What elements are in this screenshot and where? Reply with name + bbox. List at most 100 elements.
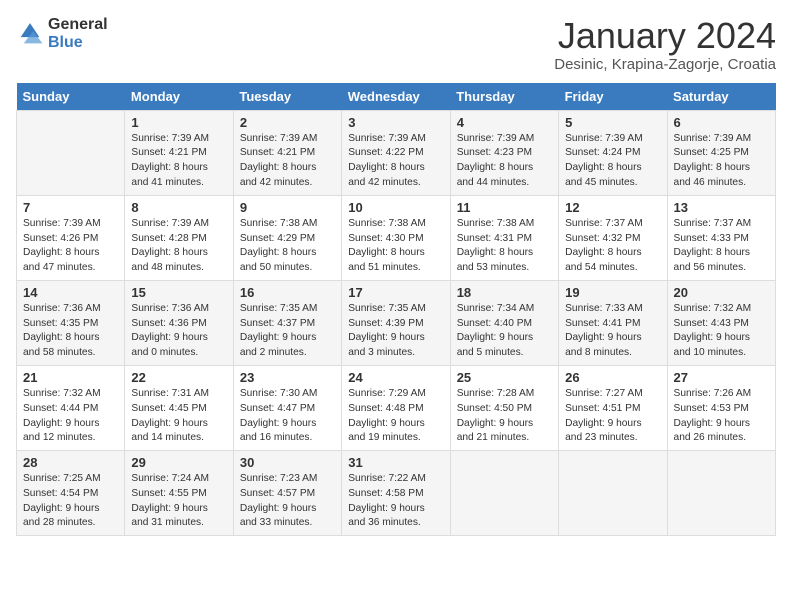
cell-info: Sunrise: 7:39 AMSunset: 4:21 PMDaylight:… [131,132,226,191]
title-area: January 2024 Desinic, Krapina-Zagorje, C… [554,16,776,73]
table-row: 6 Sunrise: 7:39 AMSunset: 4:25 PMDaylight… [667,110,775,195]
calendar-subtitle: Desinic, Krapina-Zagorje, Croatia [554,56,776,73]
table-row [17,110,125,195]
day-number: 21 [23,370,118,385]
cell-info: Sunrise: 7:26 AMSunset: 4:53 PMDaylight:… [674,387,769,446]
day-number: 14 [23,285,118,300]
calendar-title: January 2024 [554,16,776,56]
day-number: 27 [674,370,769,385]
cell-info: Sunrise: 7:23 AMSunset: 4:57 PMDaylight:… [240,472,335,531]
table-row: 2 Sunrise: 7:39 AMSunset: 4:21 PMDaylight… [233,110,341,195]
table-row: 24 Sunrise: 7:29 AMSunset: 4:48 PMDayligh… [342,365,450,450]
cell-info: Sunrise: 7:34 AMSunset: 4:40 PMDaylight:… [457,302,552,361]
calendar-body: 1 Sunrise: 7:39 AMSunset: 4:21 PMDaylight… [17,110,776,536]
header-monday: Monday [125,83,233,111]
day-number: 31 [348,455,443,470]
table-row: 19 Sunrise: 7:33 AMSunset: 4:41 PMDayligh… [559,280,667,365]
day-number: 3 [348,115,443,130]
header-sunday: Sunday [17,83,125,111]
cell-info: Sunrise: 7:32 AMSunset: 4:44 PMDaylight:… [23,387,118,446]
header-thursday: Thursday [450,83,558,111]
cell-info: Sunrise: 7:36 AMSunset: 4:35 PMDaylight:… [23,302,118,361]
cell-info: Sunrise: 7:31 AMSunset: 4:45 PMDaylight:… [131,387,226,446]
day-number: 18 [457,285,552,300]
day-number: 26 [565,370,660,385]
cell-info: Sunrise: 7:39 AMSunset: 4:23 PMDaylight:… [457,132,552,191]
cell-info: Sunrise: 7:39 AMSunset: 4:28 PMDaylight:… [131,217,226,276]
table-row: 1 Sunrise: 7:39 AMSunset: 4:21 PMDaylight… [125,110,233,195]
table-row: 17Sunrise: 7:35 AMSunset: 4:39 PMDayligh… [342,280,450,365]
day-number: 6 [674,115,769,130]
cell-info: Sunrise: 7:39 AMSunset: 4:25 PMDaylight:… [674,132,769,191]
logo: General Blue [16,16,108,51]
cell-info: Sunrise: 7:27 AMSunset: 4:51 PMDaylight:… [565,387,660,446]
cell-info: Sunrise: 7:37 AMSunset: 4:32 PMDaylight:… [565,217,660,276]
table-row [559,451,667,536]
day-number: 13 [674,200,769,215]
logo-icon [16,20,44,48]
table-row: 7Sunrise: 7:39 AMSunset: 4:26 PMDaylight… [17,195,125,280]
day-number: 8 [131,200,226,215]
table-row: 8 Sunrise: 7:39 AMSunset: 4:28 PMDaylight… [125,195,233,280]
day-number: 20 [674,285,769,300]
table-row: 18 Sunrise: 7:34 AMSunset: 4:40 PMDayligh… [450,280,558,365]
cell-info: Sunrise: 7:24 AMSunset: 4:55 PMDaylight:… [131,472,226,531]
cell-info: Sunrise: 7:35 AMSunset: 4:39 PMDaylight:… [348,302,443,361]
cell-info: Sunrise: 7:29 AMSunset: 4:48 PMDaylight:… [348,387,443,446]
table-row: 3 Sunrise: 7:39 AMSunset: 4:22 PMDaylight… [342,110,450,195]
table-row: 14 Sunrise: 7:36 AMSunset: 4:35 PMDayligh… [17,280,125,365]
day-number: 7 [23,200,118,215]
cell-info: Sunrise: 7:39 AMSunset: 4:22 PMDaylight:… [348,132,443,191]
day-number: 30 [240,455,335,470]
cell-info: Sunrise: 7:32 AMSunset: 4:43 PMDaylight:… [674,302,769,361]
day-number: 2 [240,115,335,130]
cell-info: Sunrise: 7:39 AMSunset: 4:21 PMDaylight:… [240,132,335,191]
table-row: 21 Sunrise: 7:32 AMSunset: 4:44 PMDayligh… [17,365,125,450]
table-row [450,451,558,536]
header: General Blue January 2024 Desinic, Krapi… [16,16,776,73]
table-row: 30 Sunrise: 7:23 AMSunset: 4:57 PMDayligh… [233,451,341,536]
calendar-header: Sunday Monday Tuesday Wednesday Thursday… [17,83,776,111]
header-saturday: Saturday [667,83,775,111]
cell-info: Sunrise: 7:30 AMSunset: 4:47 PMDaylight:… [240,387,335,446]
table-row: 10 Sunrise: 7:38 AMSunset: 4:30 PMDayligh… [342,195,450,280]
day-number: 10 [348,200,443,215]
cell-info: Sunrise: 7:22 AMSunset: 4:58 PMDaylight:… [348,472,443,531]
cell-info: Sunrise: 7:39 AMSunset: 4:24 PMDaylight:… [565,132,660,191]
table-row: 31 Sunrise: 7:22 AMSunset: 4:58 PMDayligh… [342,451,450,536]
table-row: 23 Sunrise: 7:30 AMSunset: 4:47 PMDayligh… [233,365,341,450]
table-row: 22 Sunrise: 7:31 AMSunset: 4:45 PMDayligh… [125,365,233,450]
cell-info: Sunrise: 7:36 AMSunset: 4:36 PMDaylight:… [131,302,226,361]
table-row: 26 Sunrise: 7:27 AMSunset: 4:51 PMDayligh… [559,365,667,450]
day-number: 15 [131,285,226,300]
day-number: 23 [240,370,335,385]
day-number: 29 [131,455,226,470]
table-row: 27 Sunrise: 7:26 AMSunset: 4:53 PMDayligh… [667,365,775,450]
day-number: 22 [131,370,226,385]
day-number: 11 [457,200,552,215]
table-row: 28 Sunrise: 7:25 AMSunset: 4:54 PMDayligh… [17,451,125,536]
cell-info: Sunrise: 7:25 AMSunset: 4:54 PMDaylight:… [23,472,118,531]
cell-info: Sunrise: 7:33 AMSunset: 4:41 PMDaylight:… [565,302,660,361]
cell-info: Sunrise: 7:28 AMSunset: 4:50 PMDaylight:… [457,387,552,446]
day-number: 25 [457,370,552,385]
calendar-table: Sunday Monday Tuesday Wednesday Thursday… [16,83,776,537]
day-number: 4 [457,115,552,130]
table-row: 29 Sunrise: 7:24 AMSunset: 4:55 PMDayligh… [125,451,233,536]
day-number: 24 [348,370,443,385]
cell-info: Sunrise: 7:35 AMSunset: 4:37 PMDaylight:… [240,302,335,361]
cell-info: Sunrise: 7:38 AMSunset: 4:29 PMDaylight:… [240,217,335,276]
logo-text: General Blue [48,16,108,51]
day-number: 9 [240,200,335,215]
header-wednesday: Wednesday [342,83,450,111]
table-row: 20 Sunrise: 7:32 AMSunset: 4:43 PMDayligh… [667,280,775,365]
logo-blue: Blue [48,34,108,52]
cell-info: Sunrise: 7:38 AMSunset: 4:30 PMDaylight:… [348,217,443,276]
day-number: 19 [565,285,660,300]
day-number: 1 [131,115,226,130]
day-number: 28 [23,455,118,470]
table-row: 9 Sunrise: 7:38 AMSunset: 4:29 PMDaylight… [233,195,341,280]
table-row: 12Sunrise: 7:37 AMSunset: 4:32 PMDayligh… [559,195,667,280]
day-number: 16 [240,285,335,300]
cell-info: Sunrise: 7:38 AMSunset: 4:31 PMDaylight:… [457,217,552,276]
